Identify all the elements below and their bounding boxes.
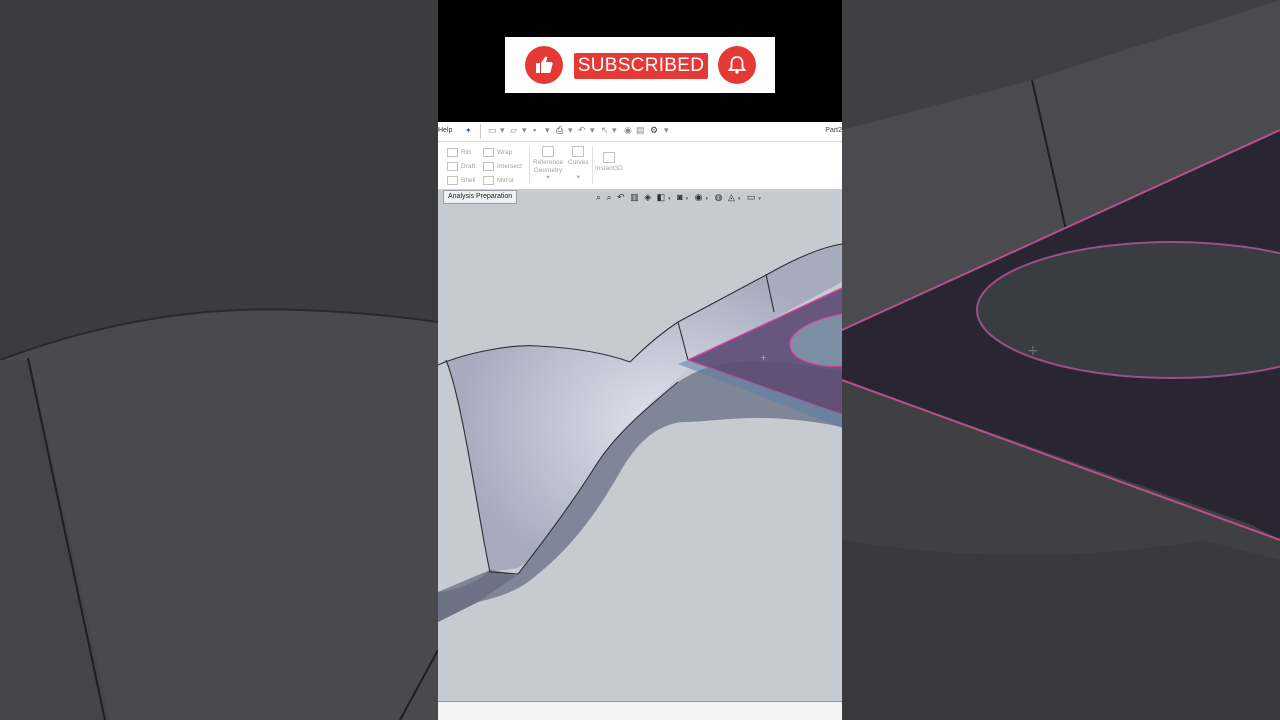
instant3d-button[interactable]: Instant3D bbox=[595, 152, 623, 173]
thumbs-up-icon bbox=[536, 56, 553, 73]
print-icon[interactable]: ⎙ bbox=[556, 125, 563, 136]
options-gear-icon[interactable]: ⚙ bbox=[650, 125, 658, 136]
intersect-button[interactable]: Intersect bbox=[483, 162, 522, 171]
dropdown-icon[interactable]: ▾ bbox=[664, 125, 669, 136]
draft-icon bbox=[447, 162, 458, 171]
features-ribbon: Rib Draft Shell Wrap Intersect Mirror Re… bbox=[438, 142, 842, 190]
pin-icon[interactable]: ✦ bbox=[465, 126, 472, 135]
toolbar-divider bbox=[480, 124, 481, 139]
shell-icon bbox=[447, 176, 458, 185]
display-style-icon[interactable]: ◙ bbox=[677, 192, 682, 202]
chevron-down-icon[interactable]: ▾ bbox=[738, 196, 741, 202]
file-properties-icon[interactable]: ▤ bbox=[636, 125, 645, 136]
like-button[interactable] bbox=[525, 46, 563, 84]
chevron-down-icon[interactable]: ▾ bbox=[758, 196, 761, 202]
ribbon-divider bbox=[592, 146, 593, 184]
rebuild-icon[interactable]: ◉ bbox=[624, 125, 632, 136]
heads-up-view-toolbar: ⌕ ⌕ ↶ ▥ ◈ ◧ ▾ ◙ ▾ ◉ ▾ ◍ ◬ ▾ ▭ ▾ bbox=[596, 192, 765, 203]
svg-text:+: + bbox=[760, 353, 767, 362]
zoom-to-area-icon[interactable]: ⌕ bbox=[607, 192, 612, 203]
svg-text:+: + bbox=[1027, 343, 1039, 359]
tab-analysis-preparation[interactable]: Analysis Preparation bbox=[443, 190, 518, 204]
blurred-background-right: + bbox=[842, 0, 1280, 720]
reference-geometry-icon bbox=[542, 146, 554, 157]
rib-button[interactable]: Rib bbox=[447, 148, 471, 157]
quick-access-toolbar: Help ✦ ▭ ▾ ▱ ▾ ▪ ▾ ⎙ ▾ ↶ ▾ ↖ ▾ ◉ ▤ ⚙ ▾ P… bbox=[438, 122, 842, 142]
status-bar bbox=[438, 701, 842, 720]
3d-viewport[interactable]: + bbox=[438, 122, 842, 720]
chevron-down-icon[interactable]: ▾ bbox=[686, 196, 689, 202]
hide-show-items-icon[interactable]: ◉ bbox=[695, 192, 703, 203]
dropdown-icon[interactable]: ▾ bbox=[545, 125, 550, 136]
shorts-frame: SUBSCRIBED + Help ✦ ▭ ▾ ▱ ▾ ▪ ▾ ⎙ ▾ ↶ ▾ … bbox=[438, 0, 842, 720]
ribbon-divider bbox=[529, 146, 530, 184]
wrap-icon bbox=[483, 148, 494, 157]
section-view-icon[interactable]: ▥ bbox=[630, 192, 639, 203]
wrap-button[interactable]: Wrap bbox=[483, 148, 512, 157]
dynamic-annotation-icon[interactable]: ◈ bbox=[644, 192, 651, 203]
mirror-button[interactable]: Mirror bbox=[483, 176, 514, 185]
save-icon[interactable]: ▪ bbox=[533, 125, 536, 135]
chevron-down-icon[interactable]: ▾ bbox=[706, 196, 709, 202]
new-document-icon[interactable]: ▭ bbox=[488, 125, 497, 136]
curves-icon bbox=[572, 146, 585, 157]
mirror-icon bbox=[483, 176, 494, 185]
dropdown-icon[interactable]: ▾ bbox=[612, 125, 617, 136]
solidworks-window: + Help ✦ ▭ ▾ ▱ ▾ ▪ ▾ ⎙ ▾ ↶ ▾ ↖ ▾ ◉ ▤ ⚙ ▾… bbox=[438, 122, 842, 720]
shell-button[interactable]: Shell bbox=[447, 176, 475, 185]
curves-button[interactable]: Curves ▾ bbox=[568, 146, 589, 182]
subscribe-banner: SUBSCRIBED bbox=[505, 37, 775, 93]
chevron-down-icon: ▾ bbox=[576, 174, 580, 181]
notification-bell-button[interactable] bbox=[718, 46, 756, 84]
blurred-background-left bbox=[0, 0, 438, 720]
dropdown-icon[interactable]: ▾ bbox=[522, 125, 527, 136]
instant3d-icon bbox=[602, 152, 615, 163]
intersect-icon bbox=[483, 162, 494, 171]
select-cursor-icon[interactable]: ↖ bbox=[601, 125, 609, 136]
chevron-down-icon[interactable]: ▾ bbox=[668, 196, 671, 202]
chevron-down-icon: ▾ bbox=[546, 174, 550, 181]
dropdown-icon[interactable]: ▾ bbox=[500, 125, 505, 136]
open-folder-icon[interactable]: ▱ bbox=[510, 125, 517, 136]
apply-scene-icon[interactable]: ◬ bbox=[728, 192, 735, 203]
reference-geometry-button[interactable]: Reference Geometry ▾ bbox=[533, 146, 563, 182]
dropdown-icon[interactable]: ▾ bbox=[590, 125, 595, 136]
bell-icon bbox=[727, 56, 747, 74]
view-settings-icon[interactable]: ▭ bbox=[747, 192, 756, 203]
dropdown-icon[interactable]: ▾ bbox=[568, 125, 573, 136]
edit-appearance-icon[interactable]: ◍ bbox=[715, 192, 723, 203]
previous-view-icon[interactable]: ↶ bbox=[617, 192, 625, 203]
undo-icon[interactable]: ↶ bbox=[578, 125, 586, 136]
subscribed-button[interactable]: SUBSCRIBED bbox=[574, 53, 708, 79]
rib-icon bbox=[447, 148, 458, 157]
zoom-to-fit-icon[interactable]: ⌕ bbox=[596, 192, 601, 203]
help-menu[interactable]: Help bbox=[438, 127, 452, 134]
view-orientation-icon[interactable]: ◧ bbox=[657, 192, 666, 203]
document-title: Part2 bbox=[825, 127, 842, 134]
draft-button[interactable]: Draft bbox=[447, 162, 475, 171]
